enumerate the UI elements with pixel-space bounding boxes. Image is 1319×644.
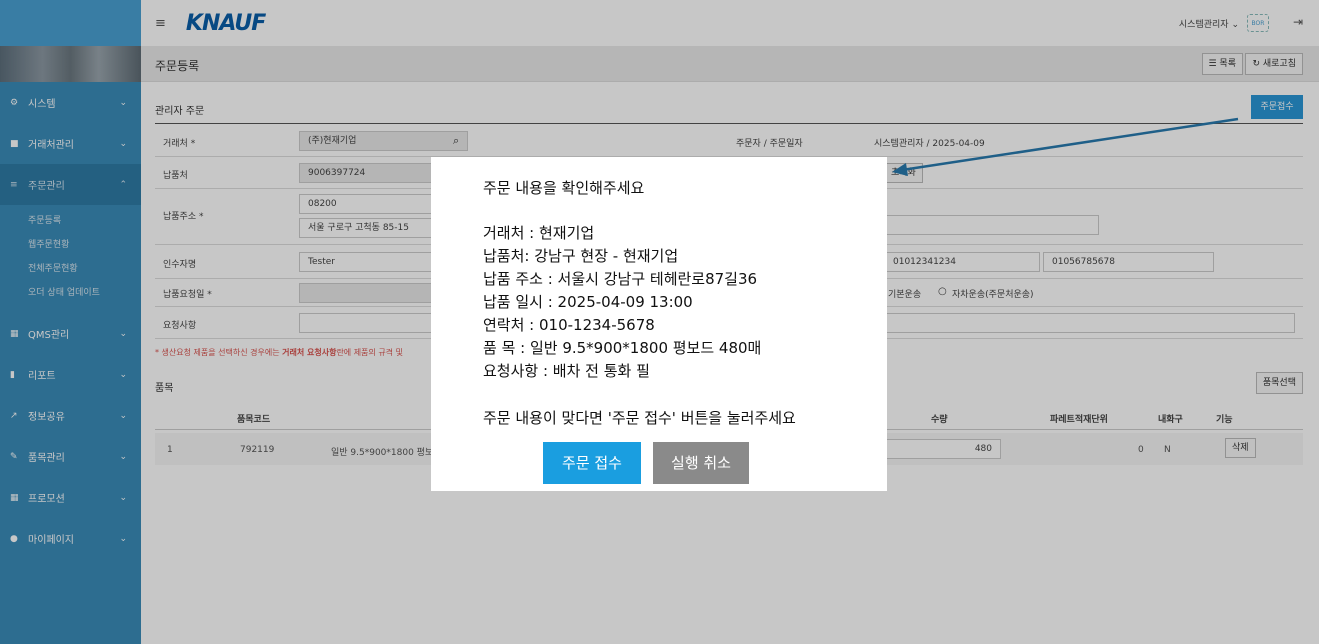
dialog-delivery: 납품처: 강남구 현장 - 현재기업 — [483, 247, 679, 265]
dialog-contact: 연락처 : 010-1234-5678 — [483, 316, 655, 334]
dialog-address: 납품 주소 : 서울시 강남구 테헤란로87길36 — [483, 270, 758, 288]
confirm-order-button[interactable]: 주문 접수 — [543, 442, 641, 484]
cancel-button[interactable]: 실행 취소 — [653, 442, 749, 484]
dialog-customer: 거래처 : 현재기업 — [483, 224, 595, 242]
dialog-product: 품 목 : 일반 9.5*900*1800 평보드 480매 — [483, 339, 762, 357]
confirm-dialog: 주문 내용을 확인해주세요 거래처 : 현재기업 납품처: 강남구 현장 - 현… — [431, 157, 887, 491]
dialog-request: 요청사항 : 배차 전 통화 필 — [483, 362, 650, 380]
dialog-instruction: 주문 내용이 맞다면 '주문 접수' 버튼을 눌러주세요 — [483, 409, 796, 427]
dialog-heading: 주문 내용을 확인해주세요 — [483, 179, 645, 197]
dialog-datetime: 납품 일시 : 2025-04-09 13:00 — [483, 293, 693, 311]
